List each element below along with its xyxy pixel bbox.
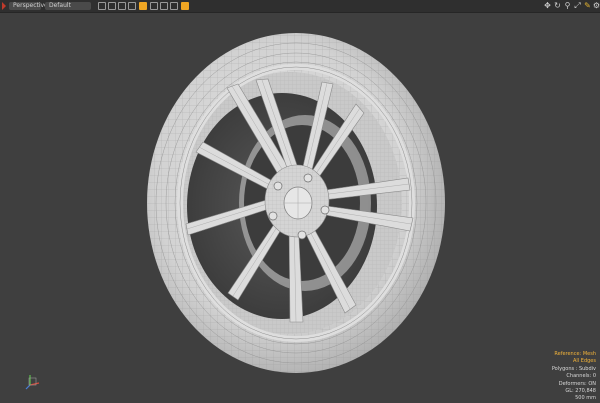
- units-label: 500 mm: [575, 395, 596, 402]
- gl-count-label: GL: 270,848: [565, 388, 596, 395]
- wheel-hub: [264, 164, 330, 238]
- deformers-label: Deformers: ON: [558, 380, 596, 387]
- 3d-viewport[interactable]: Perspective Default ✥ ↻ ⚲ ⤢ ✎ ⚙ Referenc…: [0, 0, 600, 403]
- channels-label: Channels: 0: [566, 373, 596, 380]
- viewport-stats-overlay: Reference: Mesh All Edges Polygons : Sub…: [552, 351, 596, 403]
- polygons-label: Polygons : Subdiv: [551, 365, 596, 372]
- wheel-mesh[interactable]: [0, 0, 600, 403]
- axis-gizmo-icon: [25, 375, 40, 390]
- edges-label: All Edges: [573, 358, 596, 365]
- reference-label: Reference: Mesh: [554, 351, 596, 357]
